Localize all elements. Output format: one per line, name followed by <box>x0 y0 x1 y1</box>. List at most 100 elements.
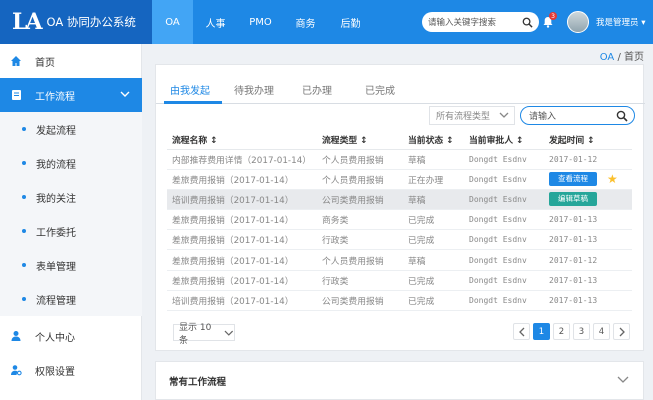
tab-handled[interactable]: 已办理 <box>302 82 332 97</box>
sidebar-subitem[interactable]: 发起流程 <box>0 112 142 146</box>
cell-empty <box>602 189 632 211</box>
table-row[interactable]: 培训费用报销（2017-01-14） 公司类费用报销 草稿 Dongdt Esd… <box>167 189 632 211</box>
sidebar-item-permissions[interactable]: 权限设置 <box>0 353 142 387</box>
cell-approver: Dongdt Esdnv <box>464 270 544 291</box>
cell-star: ★ <box>602 169 632 190</box>
nav-business[interactable]: 商务 <box>283 0 328 44</box>
nav-logistics[interactable]: 后勤 <box>328 0 373 44</box>
user-menu[interactable]: 我是管理员 ▾ <box>596 16 646 28</box>
column-header[interactable]: 发起时间 ↕ <box>544 130 602 150</box>
cell-type: 行政类 <box>317 270 403 291</box>
breadcrumb-root[interactable]: OA <box>600 52 615 63</box>
next-page-button[interactable] <box>613 323 630 340</box>
cell-approver: Dongdt Esdnv <box>464 169 544 190</box>
sidebar-subitem[interactable]: 工作委托 <box>0 214 142 248</box>
page-button-1[interactable]: 1 <box>533 323 550 340</box>
breadcrumb: OA / 首页 <box>600 48 644 63</box>
column-header[interactable]: 流程类型 ↕ <box>317 130 403 150</box>
cell-status: 已完成 <box>403 209 464 231</box>
table-row[interactable]: 培训费用报销（2017-01-14） 公司类费用报销 已完成 Dongdt Es… <box>167 290 632 312</box>
cell-empty <box>602 290 632 312</box>
cell-name: 培训费用报销（2017-01-14） <box>167 189 317 211</box>
nav-pmo[interactable]: PMO <box>238 0 283 44</box>
cell-name: 差旅费用报销（2017-01-14） <box>167 249 317 271</box>
bullet-icon <box>22 263 26 267</box>
top-bar: LA OA 协同办公系统 OA 人事 PMO 商务 后勤 请输入关键字搜索 3 … <box>0 0 653 44</box>
global-search[interactable]: 请输入关键字搜索 <box>422 12 539 32</box>
document-icon <box>9 88 23 102</box>
sidebar-subitem[interactable]: 表单管理 <box>0 248 142 282</box>
nav-hr[interactable]: 人事 <box>193 0 238 44</box>
table-row[interactable]: 差旅费用报销（2017-01-14） 商务类 已完成 Dongdt Esdnv … <box>167 209 632 231</box>
breadcrumb-current: 首页 <box>624 52 644 63</box>
table-row[interactable]: 内部推荐费用详情（2017-01-14） 个人员费用报销 草稿 Dongdt E… <box>167 149 632 170</box>
cell-type: 个人员费用报销 <box>317 249 403 271</box>
cell-type: 个人员费用报销 <box>317 149 403 170</box>
sidebar-item-label: 权限设置 <box>35 366 75 378</box>
filter-placeholder: 请输入 <box>529 112 557 122</box>
cell-status: 已完成 <box>403 229 464 251</box>
cell-approver: Dongdt Esdnv <box>464 229 544 251</box>
workflow-table: 流程名称 ↕ 流程类型 ↕ 当前状态 ↕ 当前审批人 ↕ 发起时间 ↕ 内部推荐… <box>167 130 632 312</box>
page-size-value: 显示 10 条 <box>179 322 212 346</box>
prev-page-button[interactable] <box>513 323 530 340</box>
cell-approver: Dongdt Esdnv <box>464 209 544 231</box>
sort-icon: ↕ <box>360 135 368 146</box>
page-button-2[interactable]: 2 <box>553 323 570 340</box>
tab-initiated-by-me[interactable]: 由我发起 <box>170 82 210 97</box>
search-icon[interactable] <box>522 17 533 28</box>
chevron-right-icon <box>619 327 625 336</box>
sidebar-item-label: 个人中心 <box>35 332 75 344</box>
sidebar-subitem[interactable]: 我的流程 <box>0 146 142 180</box>
table-row[interactable]: 差旅费用报销（2017-01-14） 行政类 已完成 Dongdt Esdnv … <box>167 229 632 251</box>
select-value: 所有流程类型 <box>436 112 491 122</box>
brand[interactable]: LA OA 协同办公系统 <box>0 0 152 44</box>
page-button-3[interactable]: 3 <box>573 323 590 340</box>
view-workflow-button[interactable]: 查看流程 <box>549 172 597 187</box>
search-input[interactable]: 请输入关键字搜索 <box>428 16 522 28</box>
cell-type: 个人员费用报销 <box>317 169 403 190</box>
chevron-down-icon[interactable] <box>617 375 629 384</box>
cell-name: 差旅费用报销（2017-01-14） <box>167 270 317 291</box>
tab-bar: 由我发起 待我办理 已办理 已完成 <box>156 78 645 104</box>
chevron-left-icon <box>518 327 524 336</box>
nav-oa[interactable]: OA <box>152 0 193 44</box>
bullet-icon <box>22 229 26 233</box>
sidebar-subitem[interactable]: 流程管理 <box>0 282 142 316</box>
sidebar: 首页 工作流程 发起流程 我的流程 我的关注 工作委托 表单管理 流程管理 个人… <box>0 44 142 400</box>
table-row[interactable]: 差旅费用报销（2017-01-14） 行政类 已完成 Dongdt Esdnv … <box>167 270 632 291</box>
edit-draft-button[interactable]: 编辑草稿 <box>549 192 597 207</box>
table-row[interactable]: 差旅费用报销（2017-01-14） 个人员费用报销 草稿 Dongdt Esd… <box>167 249 632 271</box>
sidebar-subitem[interactable]: 我的关注 <box>0 180 142 214</box>
column-header[interactable]: 流程名称 ↕ <box>167 130 317 150</box>
sidebar-item-label: 工作流程 <box>35 91 75 103</box>
notification-badge: 3 <box>549 12 557 20</box>
page-button-4[interactable]: 4 <box>593 323 610 340</box>
cell-name: 差旅费用报销（2017-01-14） <box>167 169 317 190</box>
workflow-panel: 由我发起 待我办理 已办理 已完成 所有流程类型 请输入 流程名称 ↕ 流程类型… <box>155 64 645 351</box>
column-header[interactable]: 当前状态 ↕ <box>403 130 464 150</box>
table-row[interactable]: 差旅费用报销（2017-01-14） 个人员费用报销 正在办理 Dongdt E… <box>167 169 632 190</box>
page-size-select[interactable]: 显示 10 条 <box>173 323 235 346</box>
cell-status: 草稿 <box>403 189 464 211</box>
sidebar-item-home[interactable]: 首页 <box>0 44 142 78</box>
avatar[interactable] <box>567 11 589 33</box>
workflow-type-select[interactable]: 所有流程类型 <box>429 106 515 125</box>
sidebar-item-personal[interactable]: 个人中心 <box>0 319 142 353</box>
search-icon[interactable] <box>616 110 628 122</box>
app-title: OA 协同办公系统 <box>46 15 136 29</box>
filter-input[interactable]: 请输入 <box>520 106 635 125</box>
column-header[interactable]: 当前审批人 ↕ <box>464 130 544 150</box>
sort-icon: ↕ <box>516 135 524 146</box>
star-icon[interactable]: ★ <box>607 172 618 186</box>
table-header-row: 流程名称 ↕ 流程类型 ↕ 当前状态 ↕ 当前审批人 ↕ 发起时间 ↕ <box>167 130 632 150</box>
sidebar-item-workflow[interactable]: 工作流程 <box>0 78 142 112</box>
common-workflow-panel[interactable]: 常有工作流程 <box>155 361 644 400</box>
cell-date: 2017-01-13 <box>544 270 602 291</box>
user-icon <box>9 329 23 343</box>
tab-completed[interactable]: 已完成 <box>365 82 395 97</box>
logo: LA <box>12 9 43 35</box>
sidebar-subitem-label: 流程管理 <box>36 295 76 307</box>
user-settings-icon <box>9 363 23 377</box>
tab-pending[interactable]: 待我办理 <box>234 82 274 97</box>
